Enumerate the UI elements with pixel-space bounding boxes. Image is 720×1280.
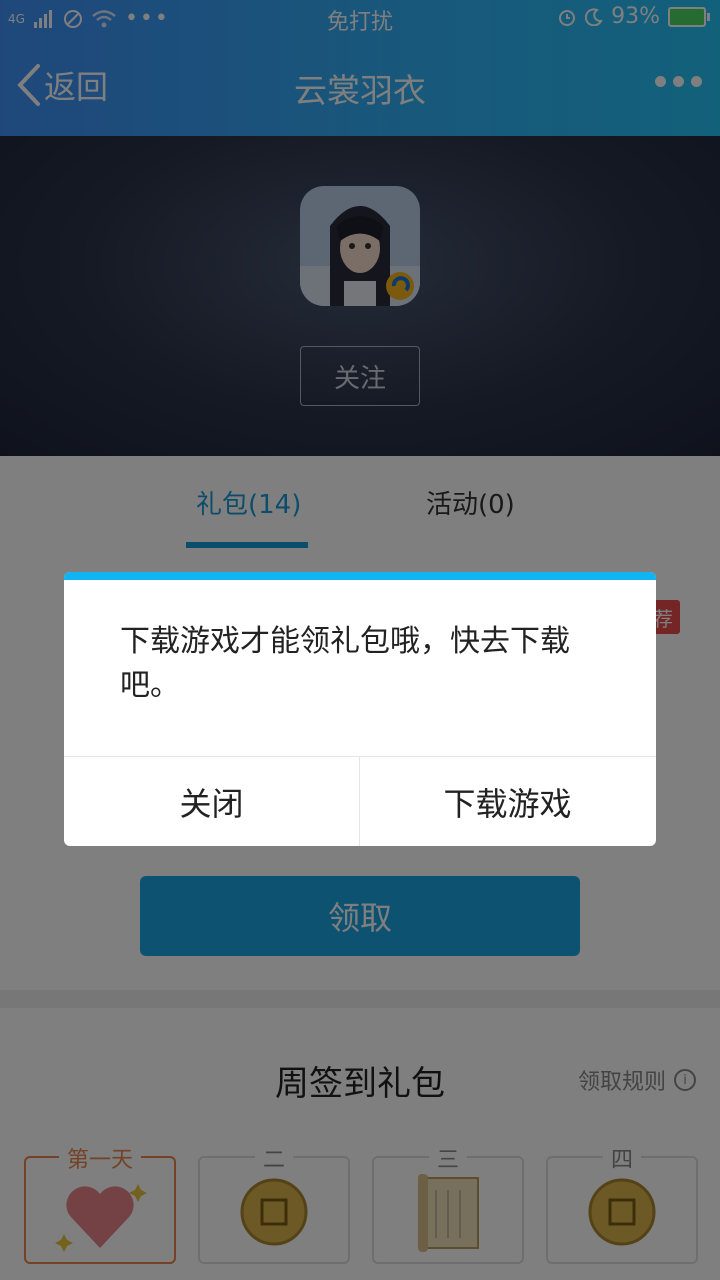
dialog-message: 下载游戏才能领礼包哦，快去下载吧。 bbox=[120, 624, 570, 703]
dialog-accent-bar bbox=[64, 572, 656, 580]
dialog-actions: 关闭 下载游戏 bbox=[64, 756, 656, 846]
download-dialog: 下载游戏才能领礼包哦，快去下载吧。 关闭 下载游戏 bbox=[64, 572, 656, 846]
close-button[interactable]: 关闭 bbox=[64, 757, 360, 846]
download-game-button[interactable]: 下载游戏 bbox=[360, 757, 655, 846]
